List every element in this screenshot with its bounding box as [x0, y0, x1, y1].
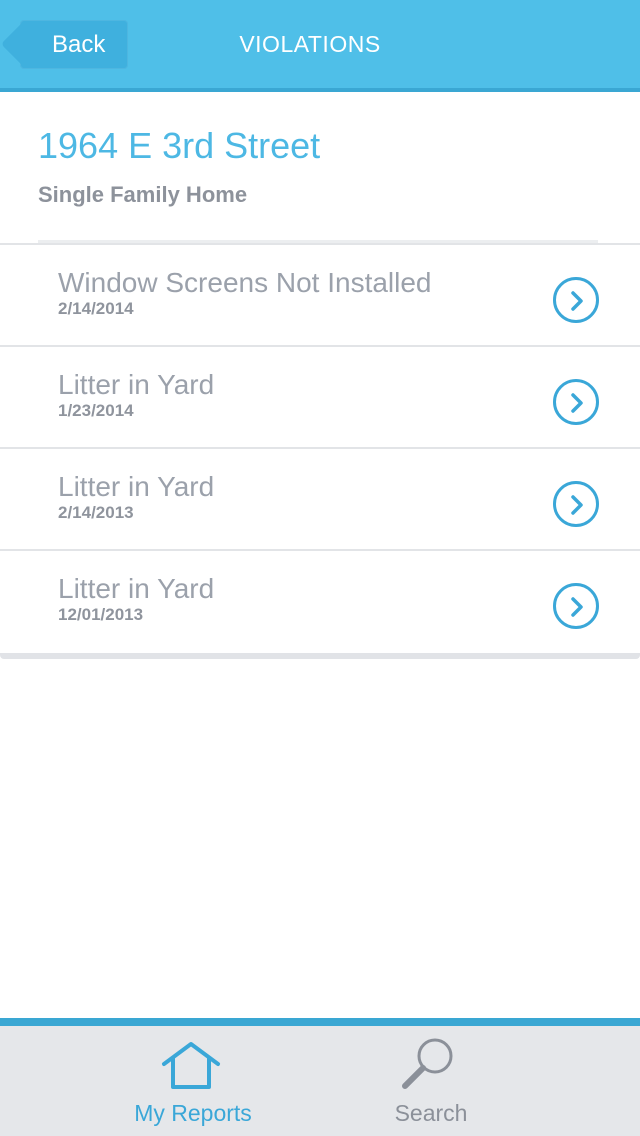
tab-bar: My Reports Search — [0, 1018, 640, 1136]
violations-list: Window Screens Not Installed 2/14/2014 L… — [0, 243, 640, 659]
violation-row[interactable]: Litter in Yard 12/01/2013 — [0, 551, 640, 653]
violation-date: 2/14/2014 — [58, 299, 134, 318]
tab-my-reports-label: My Reports — [134, 1100, 252, 1126]
violation-date: 2/14/2013 — [58, 503, 134, 522]
violation-row[interactable]: Litter in Yard 2/14/2013 — [0, 449, 640, 551]
house-icon — [162, 1042, 220, 1089]
chevron-right-icon[interactable] — [553, 481, 599, 527]
property-address: 1964 E 3rd Street — [38, 125, 321, 166]
chevron-right-icon[interactable] — [553, 277, 599, 323]
violation-date: 1/23/2014 — [58, 401, 134, 420]
magnifier-icon — [402, 1038, 453, 1089]
violation-title: Litter in Yard — [58, 471, 215, 502]
violation-title: Window Screens Not Installed — [58, 267, 432, 298]
chevron-right-icon[interactable] — [553, 379, 599, 425]
violation-row[interactable]: Litter in Yard 1/23/2014 — [0, 347, 640, 449]
tab-search-label: Search — [394, 1100, 468, 1126]
nav-header: Back VIOLATIONS — [0, 0, 640, 92]
violation-date: 12/01/2013 — [58, 605, 144, 624]
violation-title: Litter in Yard — [58, 369, 215, 400]
tab-my-reports[interactable]: My Reports — [93, 1026, 293, 1136]
violation-row[interactable]: Window Screens Not Installed 2/14/2014 — [0, 245, 640, 347]
property-info: 1964 E 3rd Street Single Family Home — [38, 120, 598, 208]
property-type: Single Family Home — [38, 182, 248, 207]
chevron-right-icon[interactable] — [553, 583, 599, 629]
violation-title: Litter in Yard — [58, 573, 215, 604]
tab-search[interactable]: Search — [331, 1026, 531, 1136]
page-title: VIOLATIONS — [239, 31, 381, 57]
